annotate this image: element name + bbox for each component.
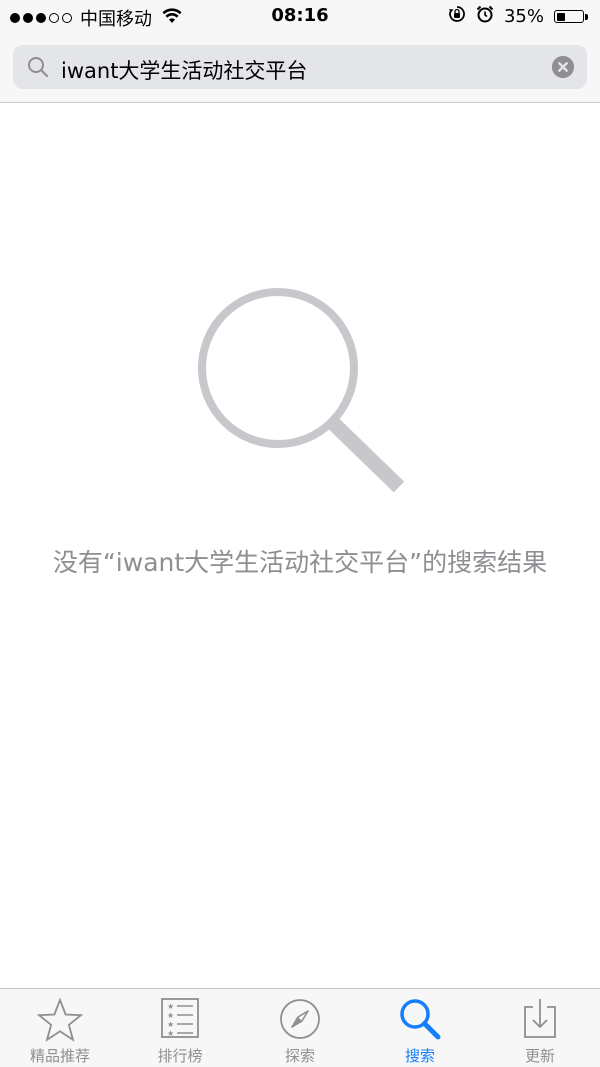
tab-label: 探索 (284, 1047, 315, 1065)
svg-text:★: ★ (167, 1011, 174, 1020)
tab-top-charts[interactable]: ★ ★ ★ ★ 排行榜 (120, 989, 240, 1067)
tab-label: 精品推荐 (29, 1047, 90, 1065)
tab-explore[interactable]: 探索 (240, 989, 360, 1067)
battery-body (554, 10, 584, 23)
status-right: 35% (448, 5, 588, 28)
tab-label: 更新 (524, 1047, 555, 1065)
tab-search[interactable]: 搜索 (360, 989, 480, 1067)
svg-text:★: ★ (167, 1029, 174, 1038)
star-icon (37, 997, 83, 1042)
list-icon: ★ ★ ★ ★ (161, 998, 199, 1038)
search-icon (400, 999, 441, 1040)
svg-text:★: ★ (167, 1020, 174, 1029)
battery-fill (556, 12, 565, 21)
search-field[interactable]: iwant大学生活动社交平台 (13, 45, 587, 89)
clear-search-button[interactable] (552, 56, 574, 78)
tab-featured[interactable]: 精品推荐 (0, 989, 120, 1067)
search-header: iwant大学生活动社交平台 (0, 34, 600, 103)
svg-text:★: ★ (167, 1002, 174, 1011)
no-results-magnifier-icon (190, 280, 410, 504)
battery-cap (585, 13, 588, 20)
download-icon (524, 999, 556, 1038)
no-results-message: 没有“iwant大学生活动社交平台”的搜索结果 (52, 548, 548, 577)
tab-label: 搜索 (404, 1047, 435, 1065)
status-bar: 中国移动 08:16 35% (0, 0, 600, 34)
battery-percent: 35% (503, 6, 544, 27)
rotation-lock-icon (448, 5, 466, 28)
search-icon (27, 56, 49, 82)
tab-updates[interactable]: 更新 (480, 989, 600, 1067)
battery-icon (554, 10, 588, 23)
tab-bar: 精品推荐 ★ ★ ★ ★ 排行榜 探索 搜索 更新 (0, 988, 600, 1067)
search-input[interactable]: iwant大学生活动社交平台 (61, 55, 307, 85)
alarm-icon (476, 5, 494, 28)
tab-label: 排行榜 (157, 1047, 203, 1065)
close-icon (552, 56, 574, 78)
compass-icon (280, 999, 320, 1039)
